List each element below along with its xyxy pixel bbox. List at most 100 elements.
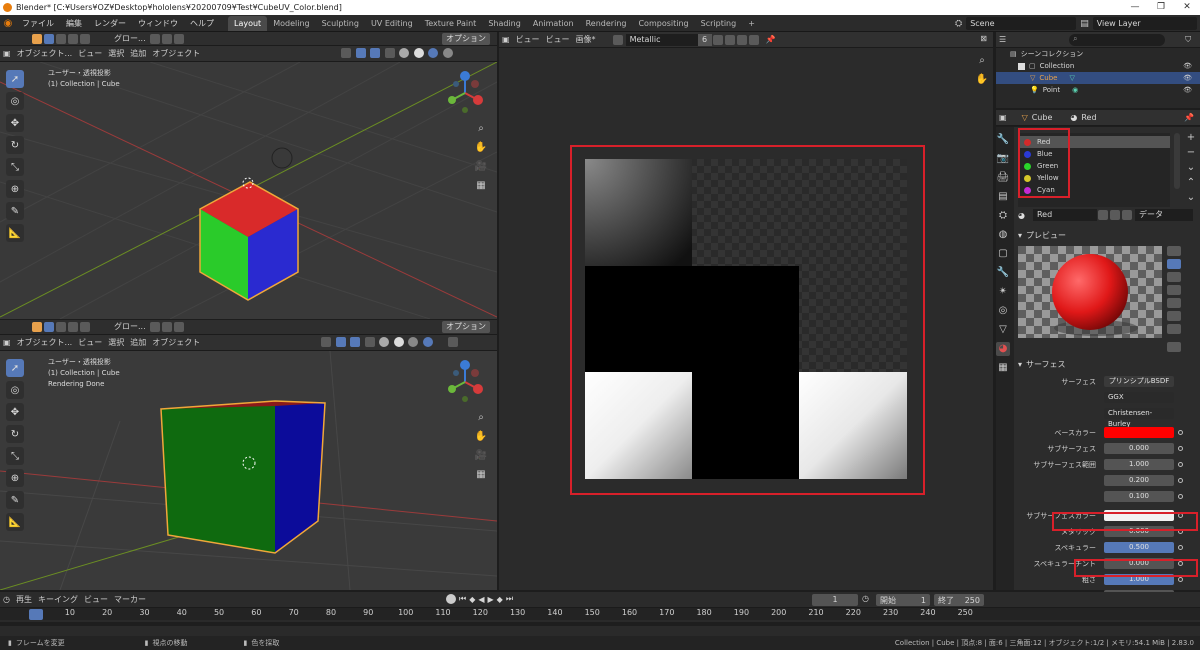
record-icon[interactable] — [446, 594, 456, 604]
timeline-menu-marker[interactable]: マーカー — [111, 593, 149, 607]
particles-tab-icon[interactable]: ✴ — [996, 285, 1010, 299]
zoom-icon-2[interactable]: ⌕ — [474, 411, 488, 425]
menu-edit[interactable]: 編集 — [60, 15, 88, 32]
select-box-icon[interactable] — [32, 33, 42, 44]
visibility-icon[interactable] — [341, 48, 351, 58]
collection-checkbox[interactable] — [1018, 62, 1025, 70]
editor-type-icon-2[interactable]: ▣ — [0, 336, 14, 350]
playhead[interactable] — [29, 609, 43, 620]
tool-tab-icon[interactable]: 🔧 — [996, 133, 1010, 147]
timeline-scrollbar[interactable] — [0, 622, 1200, 626]
transform-orientation-dropdown[interactable]: グロー... — [111, 32, 149, 46]
prev-key-icon[interactable]: ◆ — [469, 595, 475, 604]
xray-toggle-icon[interactable] — [384, 48, 395, 58]
shading-material-icon-2[interactable] — [408, 337, 419, 347]
keyframe-dot-icon[interactable] — [1178, 462, 1183, 467]
slot-list-scrollbar[interactable] — [1174, 133, 1180, 189]
render-tab-icon[interactable]: 📷 — [996, 152, 1010, 166]
material-slot-red[interactable]: Red — [1018, 136, 1170, 148]
scene-selector[interactable]: Scene — [966, 17, 1077, 30]
blender-menu-icon[interactable]: ◉ — [0, 15, 16, 32]
world-tab-icon[interactable]: ◍ — [996, 228, 1010, 242]
cursor-tool-icon[interactable]: ◎ — [6, 92, 24, 110]
data-tab-icon[interactable]: ▽ — [996, 323, 1010, 337]
pin-icon[interactable]: 📌 — [766, 35, 776, 44]
material-fake-user-icon[interactable] — [1097, 210, 1108, 220]
preview-cloth-icon[interactable] — [1167, 311, 1181, 321]
shading-rendered-icon[interactable] — [442, 48, 453, 58]
play-icon[interactable]: ▶ — [488, 595, 494, 604]
material-browse-icon[interactable]: ◕ — [1018, 211, 1025, 220]
outliner-scene-collection[interactable]: ▤ シーンコレクション — [996, 48, 1200, 60]
image-menu-view-1[interactable]: ビュー — [513, 33, 543, 47]
cube-visibility-icon[interactable]: 👁 — [1183, 74, 1192, 82]
menu-add[interactable]: 追加 — [127, 47, 149, 61]
slot-specials-icon[interactable]: ⌄ — [1184, 161, 1198, 175]
select-mode-extend-icon[interactable] — [56, 33, 66, 44]
prop-value-field[interactable] — [1104, 510, 1174, 521]
keyframe-dot-icon[interactable] — [1178, 478, 1183, 483]
prop-value-field[interactable]: Christensen-Burley — [1104, 408, 1174, 428]
current-frame-field[interactable]: 1 — [812, 594, 858, 606]
snap-icon-2[interactable] — [161, 322, 172, 332]
link-data-dropdown[interactable]: データ — [1134, 209, 1193, 221]
preview-sphere-icon[interactable] — [1167, 259, 1181, 269]
view-layer-tab-icon[interactable]: ▤ — [996, 190, 1010, 204]
outliner-item-collection[interactable]: ▢ Collection 👁 — [996, 60, 1200, 72]
prop-value-field[interactable]: 0.200 — [1104, 475, 1174, 486]
gizmo-toggle-icon[interactable] — [355, 48, 366, 58]
maximize-button[interactable]: ❐ — [1148, 0, 1174, 15]
keyframe-dot-icon[interactable] — [1178, 561, 1183, 566]
menu-select-2[interactable]: 選択 — [105, 336, 127, 350]
annotate-tool-icon[interactable]: ✎ — [6, 202, 24, 220]
perspective-grid-icon-2[interactable]: ▦ — [474, 468, 488, 482]
xray-toggle-icon-2[interactable] — [364, 337, 375, 347]
select-mode-invert-icon-2[interactable] — [80, 322, 90, 332]
preview-fluid-icon[interactable] — [1167, 324, 1181, 334]
interaction-mode-dropdown-2[interactable]: オブジェクト... — [14, 336, 76, 350]
workspace-tab-texture-paint[interactable]: Texture Paint — [419, 16, 483, 31]
transform-tool-icon[interactable]: ⊕ — [6, 180, 24, 198]
outliner-item-point[interactable]: 💡 Point ◉ 👁 — [996, 84, 1200, 96]
scene-tab-icon[interactable]: ⛭ — [996, 209, 1010, 223]
menu-view[interactable]: ビュー — [75, 47, 105, 61]
open-image-icon[interactable] — [736, 34, 747, 45]
prop-value-field[interactable]: 0.000 — [1104, 443, 1174, 454]
outliner-item-cube[interactable]: ▽ Cube ▽ 👁 — [996, 72, 1200, 84]
rotate-tool-icon[interactable]: ↻ — [6, 136, 24, 154]
image-users-count[interactable]: 6 — [697, 33, 712, 46]
material-unlink-icon[interactable] — [1121, 210, 1132, 220]
options-dropdown-2[interactable]: オプション — [442, 321, 490, 333]
menu-select[interactable]: 選択 — [105, 47, 127, 61]
outliner-search-input[interactable]: ⌕ — [1069, 33, 1166, 46]
image-zoom-icon[interactable]: ⌕ — [975, 54, 989, 68]
material-tab-icon[interactable]: ◕ — [996, 342, 1010, 356]
select-tool-icon[interactable]: ➚ — [6, 70, 24, 88]
material-slot-yellow[interactable]: Yellow — [1018, 172, 1170, 184]
cursor-tool-icon-2[interactable]: ◎ — [6, 381, 24, 399]
outliner-filter-icon[interactable]: ⛉ — [1185, 35, 1191, 45]
timeline[interactable]: 1102030405060708090100110120130140150160… — [0, 608, 1200, 636]
material-slot-cyan[interactable]: Cyan — [1018, 184, 1170, 196]
shading-rendered-icon-2[interactable] — [422, 337, 433, 347]
minimize-button[interactable]: — — [1122, 0, 1148, 15]
preview-panel-header[interactable]: ▾ プレビュー — [1018, 229, 1066, 241]
properties-type-icon[interactable]: ▣ — [996, 111, 1010, 125]
properties-pin-icon[interactable]: 📌 — [1184, 113, 1194, 122]
scale-tool-icon-2[interactable]: ⤡ — [6, 447, 24, 465]
editor-type-icon[interactable]: ▣ — [0, 47, 14, 61]
material-copy-icon[interactable] — [1109, 210, 1120, 220]
prop-value-field[interactable]: プリンシプルBSDF — [1104, 376, 1174, 387]
overlay-toggle-icon-2[interactable] — [350, 337, 361, 347]
physics-tab-icon[interactable]: ◎ — [996, 304, 1010, 318]
outliner-type-icon[interactable]: ☰ — [996, 33, 1009, 47]
keyframe-dot-icon[interactable] — [1178, 513, 1183, 518]
preview-flat-icon[interactable] — [1167, 246, 1181, 256]
proportional-edit-icon[interactable] — [173, 33, 184, 44]
end-frame-field[interactable]: 終了 250 — [934, 594, 984, 606]
camera-icon-2[interactable]: 🎥 — [474, 449, 488, 463]
prop-value-field[interactable]: 0.000 — [1104, 526, 1174, 537]
navigation-gizmo-2[interactable] — [442, 359, 488, 405]
keyframe-dot-icon[interactable] — [1178, 446, 1183, 451]
fake-user-icon[interactable] — [712, 34, 723, 45]
